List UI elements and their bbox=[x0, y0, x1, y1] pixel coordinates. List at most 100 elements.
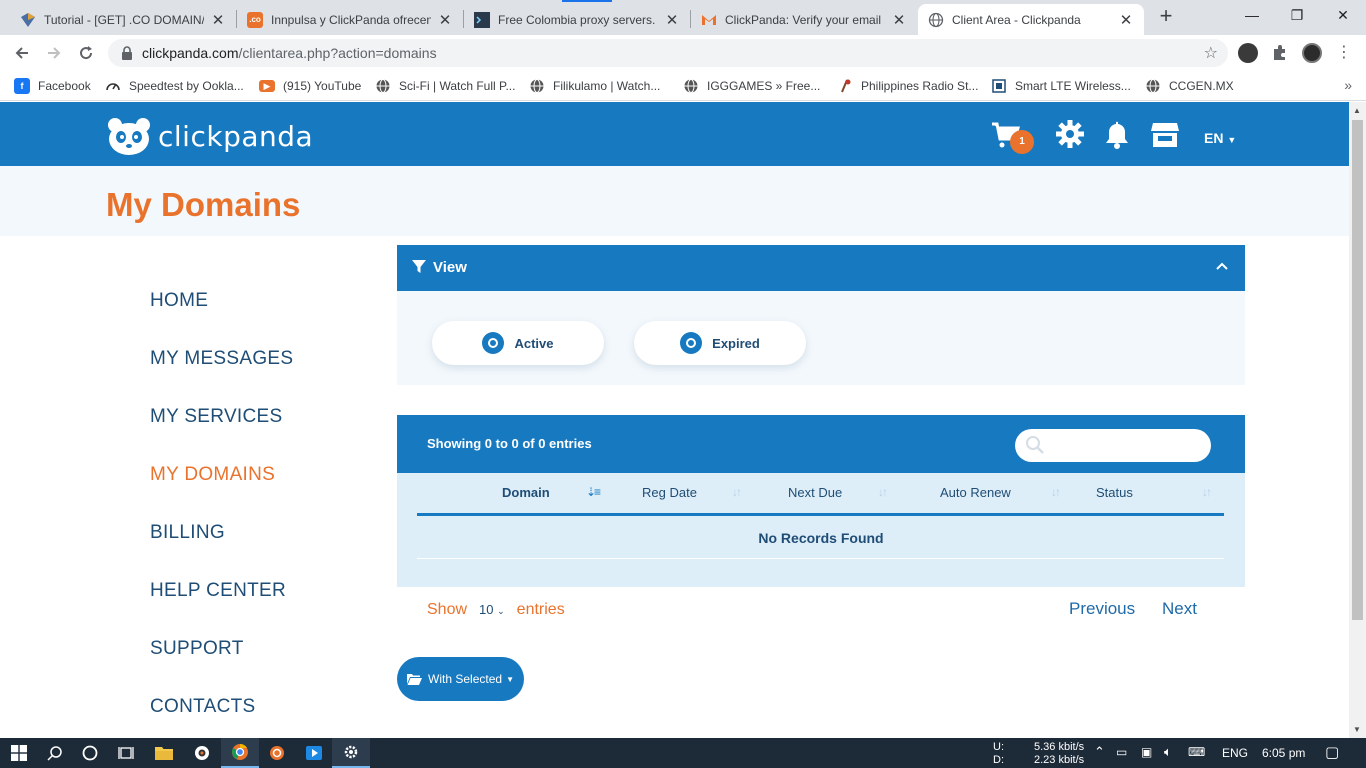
column-header-auto-renew[interactable]: Auto Renew bbox=[940, 485, 1011, 500]
bookmark-youtube[interactable]: ▶ (915) YouTube bbox=[259, 76, 361, 96]
chevron-up-icon[interactable] bbox=[1215, 259, 1229, 273]
sidebar-item-my-messages[interactable]: MY MESSAGES bbox=[150, 348, 293, 406]
more-bookmarks-icon[interactable]: » bbox=[1344, 77, 1352, 93]
filter-active-button[interactable]: Active bbox=[432, 321, 604, 365]
bell-icon[interactable] bbox=[1103, 120, 1133, 150]
scrollbar-thumb[interactable] bbox=[1352, 120, 1363, 620]
app-orange-icon[interactable] bbox=[258, 738, 296, 768]
scroll-up-icon[interactable]: ▲ bbox=[1353, 106, 1361, 115]
bookmark-label: Speedtest by Ookla... bbox=[129, 79, 244, 93]
bookmark-igggames[interactable]: IGGGAMES » Free... bbox=[683, 76, 820, 96]
bookmark-star-icon[interactable]: ☆ bbox=[1204, 43, 1218, 63]
net-download-speed: 2.23 kbit/s bbox=[1034, 754, 1085, 766]
tab-proxy[interactable]: Free Colombia proxy servers. ✕ bbox=[464, 4, 690, 35]
with-selected-button[interactable]: With Selected ▼ bbox=[397, 657, 524, 701]
search-icon[interactable] bbox=[36, 738, 74, 768]
notifications-icon[interactable]: ▢ bbox=[1325, 743, 1339, 761]
network-icon[interactable]: ▣ bbox=[1141, 745, 1152, 759]
clickpanda-logo[interactable]: clickpanda bbox=[106, 116, 313, 156]
menu-kebab-icon[interactable]: ⋮ bbox=[1330, 39, 1358, 67]
sidebar-item-support[interactable]: SUPPORT bbox=[150, 638, 293, 696]
empty-table-message: No Records Found bbox=[758, 530, 884, 546]
bookmark-scifi[interactable]: Sci-Fi | Watch Full P... bbox=[375, 76, 515, 96]
column-header-next-due[interactable]: Next Due bbox=[788, 485, 842, 500]
address-bar[interactable]: clickpanda.com/clientarea.php?action=dom… bbox=[108, 39, 1228, 67]
close-icon[interactable]: ✕ bbox=[664, 11, 680, 29]
scroll-down-icon[interactable]: ▼ bbox=[1353, 725, 1361, 734]
tab-verify-email[interactable]: ClickPanda: Verify your email a ✕ bbox=[691, 4, 917, 35]
tab-tutorial[interactable]: Tutorial - [GET] .CO DOMAIN/r ✕ bbox=[10, 4, 236, 35]
browser-toolbar: clickpanda.com/clientarea.php?action=dom… bbox=[0, 35, 1366, 71]
sidebar-item-home[interactable]: HOME bbox=[150, 290, 293, 348]
media-app-icon[interactable] bbox=[183, 738, 221, 768]
store-icon[interactable] bbox=[1150, 120, 1180, 150]
page-size-select[interactable]: 10 ⌄ bbox=[475, 600, 509, 619]
bookmark-filikulamo[interactable]: Filikulamo | Watch... bbox=[529, 76, 660, 96]
sort-asc-icon[interactable]: ⇣≡ bbox=[586, 485, 601, 499]
battery-icon[interactable]: ▭ bbox=[1116, 745, 1127, 759]
bookmark-speedtest[interactable]: Speedtest by Ookla... bbox=[105, 76, 244, 96]
filter-expired-button[interactable]: Expired bbox=[634, 321, 806, 365]
search-icon bbox=[1026, 436, 1044, 454]
sort-icon[interactable]: ↓↑ bbox=[1051, 485, 1061, 499]
bookmark-ccgen[interactable]: CCGEN.MX bbox=[1145, 76, 1234, 96]
sort-icon[interactable]: ↓↑ bbox=[878, 485, 888, 499]
tab-client-area[interactable]: Client Area - Clickpanda ✕ bbox=[918, 4, 1144, 35]
close-icon[interactable]: ✕ bbox=[437, 11, 453, 29]
tab-innpulsa[interactable]: .co Innpulsa y ClickPanda ofrecen ✕ bbox=[237, 4, 463, 35]
sidebar-item-help-center[interactable]: HELP CENTER bbox=[150, 580, 293, 638]
terminal-icon bbox=[474, 11, 490, 28]
settings-gear-icon[interactable] bbox=[332, 738, 370, 768]
close-window-button[interactable]: ✕ bbox=[1320, 0, 1366, 32]
chrome-taskbar-icon[interactable] bbox=[221, 738, 259, 768]
bookmark-facebook[interactable]: f Facebook bbox=[14, 76, 91, 96]
back-button[interactable] bbox=[8, 39, 36, 67]
input-language[interactable]: ENG bbox=[1222, 746, 1248, 760]
column-header-status[interactable]: Status bbox=[1096, 485, 1133, 500]
profile-avatar[interactable] bbox=[1302, 43, 1322, 63]
volume-icon[interactable]: 🔈︎ bbox=[1164, 744, 1172, 760]
sidebar-item-contacts[interactable]: CONTACTS bbox=[150, 696, 293, 738]
extension-globe-icon[interactable] bbox=[1238, 43, 1258, 63]
page-scrollbar[interactable]: ▲ ▼ bbox=[1349, 102, 1366, 738]
language-selector[interactable]: EN ▼ bbox=[1204, 130, 1236, 146]
bookmark-label: Smart LTE Wireless... bbox=[1015, 79, 1131, 93]
windows-start-icon[interactable] bbox=[0, 738, 38, 768]
sort-icon[interactable]: ↓↑ bbox=[732, 485, 742, 499]
view-filter-panel: View Active Expired bbox=[397, 245, 1245, 385]
cortana-icon[interactable] bbox=[71, 738, 109, 768]
close-icon[interactable]: ✕ bbox=[210, 11, 226, 29]
column-header-reg-date[interactable]: Reg Date bbox=[642, 485, 697, 500]
close-icon[interactable]: ✕ bbox=[891, 11, 907, 29]
gear-icon[interactable] bbox=[1056, 120, 1086, 150]
task-view-icon[interactable] bbox=[107, 738, 145, 768]
column-header-domain[interactable]: Domain bbox=[502, 485, 550, 500]
bookmark-smart-lte[interactable]: Smart LTE Wireless... bbox=[991, 76, 1131, 96]
extensions-puzzle-icon[interactable] bbox=[1270, 43, 1290, 63]
caret-down-icon: ▼ bbox=[506, 674, 514, 684]
sidebar-item-my-domains[interactable]: MY DOMAINS bbox=[150, 464, 293, 522]
bookmark-philippines-radio[interactable]: Philippines Radio St... bbox=[837, 76, 978, 96]
net-download-label: D: bbox=[993, 754, 1004, 766]
caret-down-icon: ▼ bbox=[1227, 135, 1237, 145]
brand-name: clickpanda bbox=[158, 119, 314, 153]
reload-button[interactable] bbox=[72, 39, 100, 67]
next-page-button[interactable]: Next bbox=[1162, 599, 1197, 619]
keyboard-icon[interactable]: ⌨ bbox=[1188, 745, 1205, 759]
view-panel-header[interactable]: View bbox=[397, 245, 1245, 291]
media-player-icon[interactable] bbox=[295, 738, 333, 768]
previous-page-button[interactable]: Previous bbox=[1069, 599, 1135, 619]
restore-button[interactable]: ❐ bbox=[1274, 0, 1320, 32]
close-icon[interactable]: ✕ bbox=[1118, 11, 1134, 29]
forward-button[interactable] bbox=[40, 39, 68, 67]
windows-taskbar: U: D: 5.36 kbit/s 2.23 kbit/s ⌃ ▭ ▣ 🔈︎ ⌨… bbox=[0, 738, 1366, 768]
speedtest-icon bbox=[105, 78, 121, 94]
file-explorer-icon[interactable] bbox=[145, 738, 183, 768]
clock[interactable]: 6:05 pm bbox=[1262, 746, 1305, 760]
minimize-button[interactable]: — bbox=[1229, 0, 1275, 32]
sort-icon[interactable]: ↓↑ bbox=[1202, 485, 1212, 499]
sidebar-item-billing[interactable]: BILLING bbox=[150, 522, 293, 580]
chevron-up-icon[interactable]: ⌃ bbox=[1094, 744, 1105, 760]
new-tab-button[interactable]: + bbox=[1155, 5, 1177, 28]
sidebar-item-my-services[interactable]: MY SERVICES bbox=[150, 406, 293, 464]
